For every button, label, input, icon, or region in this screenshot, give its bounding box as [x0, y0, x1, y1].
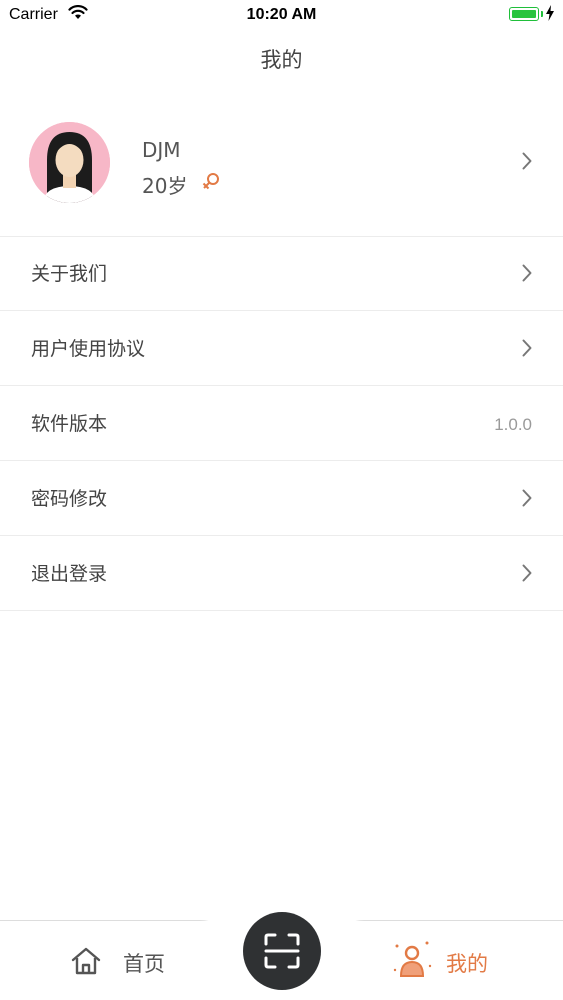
avatar-illustration-icon [29, 122, 110, 203]
avatar [29, 122, 110, 203]
home-icon [71, 947, 101, 975]
chevron-right-icon [522, 152, 532, 170]
menu-item-change-password[interactable]: 密码修改 [0, 461, 563, 536]
user-icon [393, 941, 432, 977]
battery-cap [541, 11, 543, 17]
menu-item-user-agreement[interactable]: 用户使用协议 [0, 311, 563, 386]
tab-home-label: 首页 [123, 952, 165, 976]
page-title: 我的 [260, 48, 303, 72]
tab-bar: 首页 我的 [0, 912, 563, 1000]
profile-age: 20岁 [142, 174, 188, 198]
scan-button[interactable] [243, 912, 321, 990]
battery-icon [509, 7, 539, 21]
profile-name: DJM [142, 138, 181, 162]
version-value: 1.0.0 [494, 415, 532, 434]
tab-mine-label: 我的 [446, 952, 488, 976]
female-gender-icon [202, 173, 219, 190]
scan-icon [264, 933, 300, 969]
menu-item-about-us[interactable]: 关于我们 [0, 236, 563, 311]
menu-item-label: 关于我们 [31, 263, 108, 285]
menu-item-label: 用户使用协议 [31, 338, 146, 360]
status-time: 10:20 AM [246, 6, 317, 23]
chevron-right-icon [522, 564, 532, 582]
chevron-right-icon [522, 264, 532, 282]
menu-item-label: 密码修改 [31, 488, 108, 510]
chevron-right-icon [522, 339, 532, 357]
status-bar: Carrier 10:20 AM [0, 0, 563, 30]
menu-item-label: 退出登录 [31, 563, 108, 585]
settings-menu: 关于我们 用户使用协议 软件版本 1.0.0 密码修改 退出登录 [0, 236, 563, 611]
profile-row[interactable]: DJM 20岁 [0, 110, 563, 237]
menu-item-software-version: 软件版本 1.0.0 [0, 386, 563, 461]
menu-item-logout[interactable]: 退出登录 [0, 536, 563, 611]
charging-bolt-icon [546, 5, 554, 21]
menu-item-label: 软件版本 [31, 413, 108, 435]
chevron-right-icon [522, 489, 532, 507]
